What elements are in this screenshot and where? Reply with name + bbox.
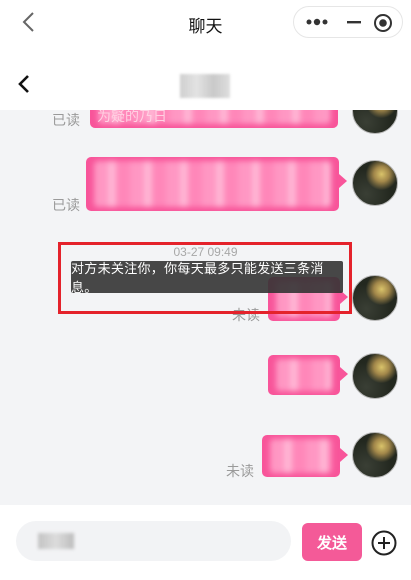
avatar[interactable] [352, 160, 398, 206]
send-button[interactable]: 发送 [302, 523, 362, 561]
top-bar: 聊天 [0, 0, 411, 44]
toast-message: 对方未关注你，你每天最多只能发送三条消息。 [71, 261, 343, 295]
chat-header: ██ [0, 44, 411, 110]
mini-program-capsule [293, 6, 403, 38]
more-dots-icon[interactable] [304, 15, 330, 29]
avatar[interactable] [352, 275, 398, 321]
minimize-icon[interactable] [346, 15, 362, 29]
avatar[interactable] [352, 353, 398, 399]
read-status: 已读 [52, 197, 80, 213]
avatar[interactable] [352, 110, 398, 134]
input-value: ███ [38, 533, 74, 549]
record-circle-icon[interactable] [372, 12, 394, 34]
input-bar: ███ 发送 [0, 505, 411, 580]
plus-circle-icon[interactable] [371, 530, 397, 556]
message-bubble[interactable]: ████ [268, 355, 340, 395]
avatar[interactable] [352, 432, 398, 478]
chevron-left-icon[interactable] [16, 74, 32, 94]
read-status: 未读 [226, 463, 254, 479]
peer-name: ██ [180, 74, 230, 98]
message-text: 为疑的乃日 [97, 110, 167, 124]
message-bubble[interactable]: ████████████████ [86, 157, 339, 211]
read-status: 已读 [52, 112, 80, 128]
message-bubble[interactable]: ████ [262, 435, 340, 477]
